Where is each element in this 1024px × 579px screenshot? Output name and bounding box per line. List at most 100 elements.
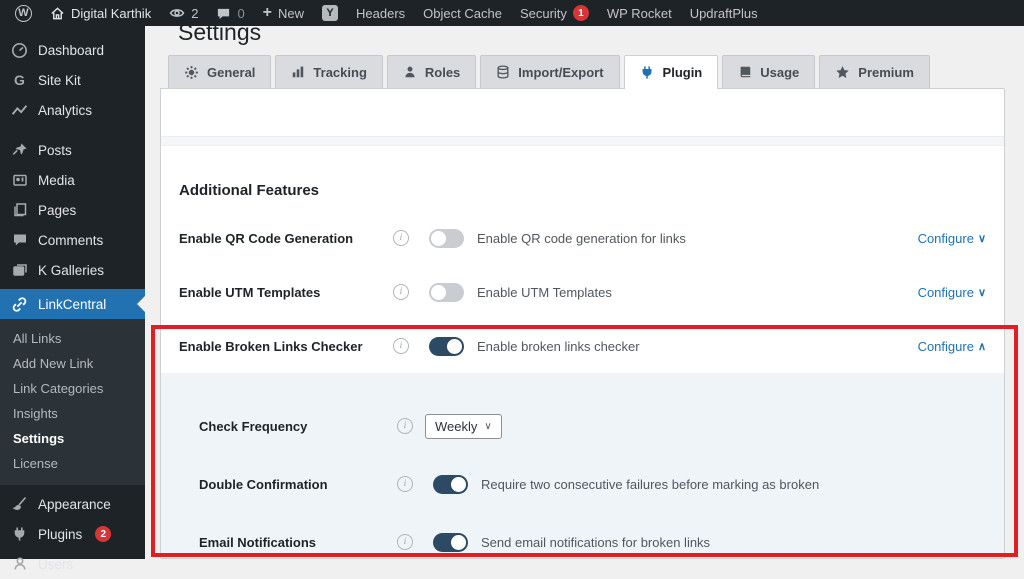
admin-bar-item-security[interactable]: Security 1 [511, 0, 598, 26]
check-frequency-select[interactable]: Weekly ∨ [425, 413, 502, 439]
comments-menu-item[interactable]: 0 [207, 0, 253, 26]
qr-code-toggle[interactable] [429, 228, 464, 248]
email-notifications-toggle[interactable] [433, 532, 468, 552]
utm-templates-toggle[interactable] [429, 282, 464, 302]
admin-sidebar: Dashboard G Site Kit Analytics Posts Med… [0, 26, 145, 572]
setting-row-double-confirmation: Double Confirmation i Require two consec… [179, 455, 986, 513]
comment-bubble-icon [216, 6, 231, 21]
configure-link-broken-links[interactable]: Configure ∧ [918, 339, 986, 354]
sidebar-item-dashboard[interactable]: Dashboard [0, 35, 145, 65]
sidebar-item-appearance[interactable]: Appearance [0, 489, 145, 519]
chevron-up-icon: ∧ [977, 340, 986, 353]
tab-tracking[interactable]: Tracking [275, 55, 383, 88]
new-label: New [278, 5, 305, 21]
comments-icon [10, 232, 29, 248]
configure-label: Configure [917, 284, 974, 300]
tab-roles[interactable]: Roles [386, 55, 477, 88]
info-icon[interactable]: i [397, 418, 413, 434]
sidebar-item-analytics[interactable]: Analytics [0, 95, 145, 125]
submenu-item-link-categories[interactable]: Link Categories [0, 376, 145, 401]
sidebar-item-posts[interactable]: Posts [0, 135, 145, 165]
tab-import-export[interactable]: Import/Export [480, 55, 620, 88]
double-confirmation-toggle[interactable] [433, 474, 468, 494]
sidebar-item-label: Plugins [38, 526, 83, 542]
chevron-down-icon: ∨ [977, 232, 986, 245]
submenu-label: Insights [13, 406, 58, 421]
site-home-link[interactable]: Digital Karthik [41, 0, 160, 26]
media-icon [10, 172, 29, 188]
plug-icon [640, 65, 655, 80]
tab-label: Usage [760, 64, 800, 80]
sidebar-item-label: Pages [38, 202, 77, 218]
plugins-icon [10, 526, 29, 542]
sidebar-item-linkcentral[interactable]: LinkCentral [0, 289, 145, 319]
comment-count: 0 [237, 5, 245, 21]
tab-premium[interactable]: Premium [819, 55, 930, 88]
tab-general[interactable]: General [168, 55, 272, 88]
configure-link-utm[interactable]: Configure ∨ [918, 285, 986, 300]
appearance-icon [10, 496, 29, 512]
menu-label: Object Cache [423, 5, 502, 21]
submenu-item-insights[interactable]: Insights [0, 401, 145, 426]
setting-row-email-notifications: Email Notifications i Send email notific… [179, 513, 986, 558]
configure-label: Configure [917, 230, 974, 246]
setting-row-check-frequency: Check Frequency i Weekly ∨ [179, 397, 986, 455]
menu-label: Headers [356, 5, 406, 21]
info-icon[interactable]: i [393, 338, 409, 354]
main-content: Settings General Tracking Roles Import/E… [145, 19, 1024, 559]
users-icon [10, 556, 29, 572]
toggle-knob [451, 534, 466, 550]
sidebar-item-comments[interactable]: Comments [0, 225, 145, 255]
plus-icon: + [262, 4, 273, 21]
pages-icon [10, 202, 29, 218]
wordpress-logo-icon: W [15, 4, 32, 22]
sidebar-item-label: LinkCentral [38, 296, 107, 312]
info-icon[interactable]: i [397, 534, 413, 550]
sidebar-item-label: Comments [38, 232, 104, 248]
configure-link-qr[interactable]: Configure ∨ [918, 231, 986, 246]
sidebar-item-plugins[interactable]: Plugins 2 [0, 519, 145, 549]
yoast-menu-item[interactable]: Y [313, 0, 347, 26]
submenu-label: License [13, 456, 58, 471]
info-icon[interactable]: i [397, 476, 413, 492]
site-name: Digital Karthik [71, 5, 152, 21]
home-icon [50, 6, 65, 21]
submenu-item-license[interactable]: License [0, 451, 145, 476]
setting-label: Check Frequency [199, 418, 308, 434]
sidebar-item-media[interactable]: Media [0, 165, 145, 195]
admin-bar-item-headers[interactable]: Headers [347, 0, 414, 26]
new-content-button[interactable]: + New [254, 0, 313, 26]
broken-links-toggle[interactable] [429, 336, 464, 356]
gear-icon [184, 65, 199, 80]
broken-links-settings-panel: Check Frequency i Weekly ∨ Double Confir… [161, 373, 1004, 558]
submenu-item-all-links[interactable]: All Links [0, 326, 145, 351]
feature-row-utm: Enable UTM Templates i Enable UTM Templa… [161, 265, 1004, 319]
feature-row-qr-code: Enable QR Code Generation i Enable QR co… [161, 211, 1004, 265]
chevron-down-icon: ∨ [977, 286, 986, 299]
sidebar-item-users[interactable]: Users [0, 549, 145, 579]
info-icon[interactable]: i [393, 284, 409, 300]
sidebar-item-k-galleries[interactable]: K Galleries [0, 255, 145, 285]
select-value: Weekly [435, 418, 478, 434]
submenu-item-add-new-link[interactable]: Add New Link [0, 351, 145, 376]
tab-usage[interactable]: Usage [722, 55, 816, 88]
submenu-item-settings[interactable]: Settings [0, 426, 145, 451]
admin-bar-item-wp-rocket[interactable]: WP Rocket [598, 0, 681, 26]
feature-label: Enable QR Code Generation [179, 230, 354, 246]
tab-label: Tracking [313, 64, 367, 80]
submenu-label: Settings [13, 431, 65, 446]
cache-menu-item[interactable]: 2 [160, 0, 207, 26]
sidebar-item-pages[interactable]: Pages [0, 195, 145, 225]
dashboard-icon [10, 42, 29, 59]
admin-bar-item-updraftplus[interactable]: UpdraftPlus [681, 0, 767, 26]
tab-label: Plugin [662, 65, 703, 80]
bar-chart-icon [291, 65, 305, 79]
sidebar-item-site-kit[interactable]: G Site Kit [0, 65, 145, 95]
tab-plugin[interactable]: Plugin [623, 55, 719, 89]
info-icon[interactable]: i [393, 230, 409, 246]
linkcentral-submenu: All Links Add New Link Link Categories I… [0, 319, 145, 485]
admin-bar-item-object-cache[interactable]: Object Cache [414, 0, 511, 26]
wordpress-menu-button[interactable]: W [6, 0, 41, 26]
sidebar-item-label: Dashboard [38, 42, 105, 58]
plugins-badge: 2 [95, 526, 112, 542]
